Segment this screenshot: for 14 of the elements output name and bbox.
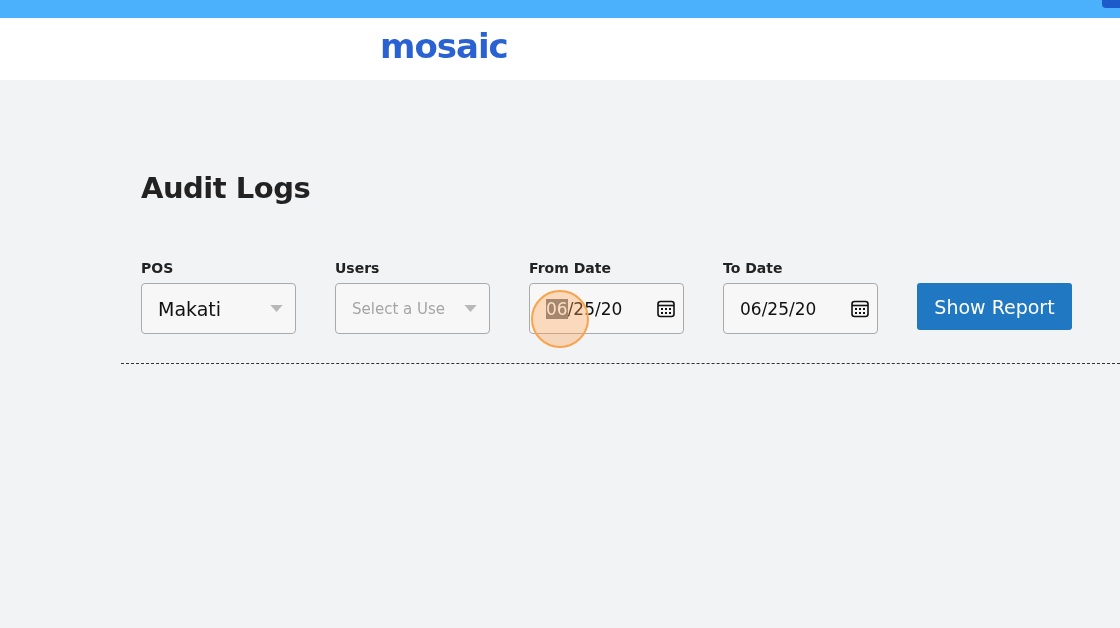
tab-marker: [1102, 0, 1120, 8]
field-label: POS: [141, 260, 175, 276]
field-label: From Date: [529, 260, 612, 276]
caret-icon: [464, 305, 477, 312]
calendar-icon[interactable]: [657, 299, 675, 318]
show-report-button[interactable]: Show Report: [917, 283, 1072, 330]
select-field[interactable]: Makati: [141, 283, 296, 334]
calendar-icon[interactable]: [851, 299, 869, 318]
date-field[interactable]: 06/25/20: [723, 283, 878, 334]
field-label: To Date: [723, 260, 784, 276]
logo: mosaic: [380, 29, 508, 63]
caret-icon: [270, 305, 283, 312]
field-label: Users: [335, 260, 381, 276]
page-title: Audit Logs: [141, 170, 312, 207]
